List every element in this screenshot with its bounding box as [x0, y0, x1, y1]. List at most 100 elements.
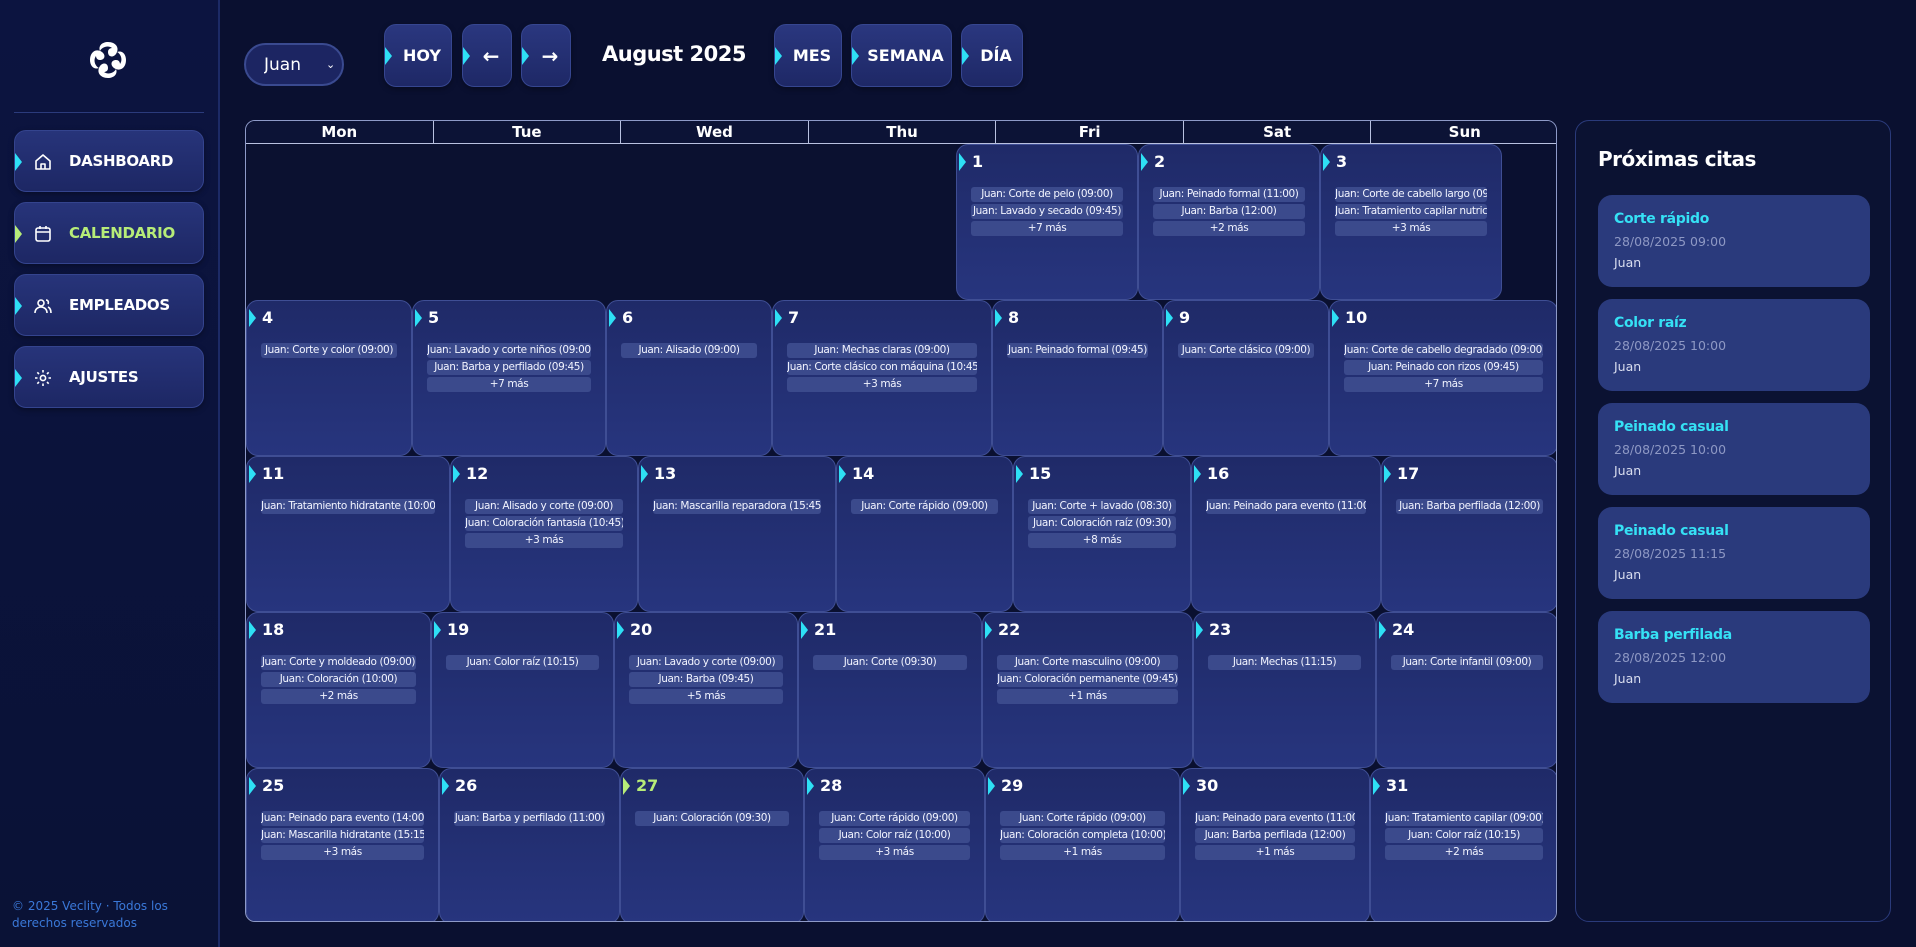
calendar-day-cell[interactable]: 21 Juan: Corte (09:30): [798, 612, 982, 768]
calendar-day-cell[interactable]: 19 Juan: Color raíz (10:15): [431, 612, 614, 768]
appointment-chip[interactable]: Juan: Barba perfilada (12:00): [1195, 828, 1355, 843]
appointment-chip[interactable]: Juan: Corte + lavado (08:30): [1028, 499, 1176, 514]
appointment-chip[interactable]: Juan: Coloración permanente (09:45): [997, 672, 1178, 687]
appointment-chip[interactable]: Juan: Corte de pelo (09:00): [971, 187, 1123, 202]
more-appointments-link[interactable]: +1 más: [1000, 845, 1165, 860]
more-appointments-link[interactable]: +1 más: [1195, 845, 1355, 860]
appointment-chip[interactable]: Juan: Corte y moldeado (09:00): [261, 655, 416, 670]
appointment-chip[interactable]: Juan: Barba y perfilado (11:00): [454, 811, 605, 826]
more-appointments-link[interactable]: +5 más: [629, 689, 783, 704]
employee-select[interactable]: Juan: [244, 43, 344, 86]
calendar-day-cell[interactable]: 7 Juan: Mechas claras (09:00) Juan: Corte …: [772, 300, 992, 456]
more-appointments-link[interactable]: +2 más: [1153, 221, 1305, 236]
more-appointments-link[interactable]: +2 más: [1385, 845, 1543, 860]
day-view-button[interactable]: DÍA: [961, 24, 1023, 87]
calendar-day-cell[interactable]: 3 Juan: Corte de cabello largo (09:00) Jua…: [1320, 144, 1502, 300]
calendar-day-cell[interactable]: 12 Juan: Alisado y corte (09:00) Juan: Col…: [450, 456, 638, 612]
more-appointments-link[interactable]: +3 más: [261, 845, 424, 860]
appointment-chip[interactable]: Juan: Tratamiento capilar (09:00): [1385, 811, 1543, 826]
calendar-day-cell[interactable]: 20 Juan: Lavado y corte (09:00) Juan: Barb…: [614, 612, 798, 768]
sidebar-item-dashboard[interactable]: DASHBOARD: [14, 130, 204, 192]
upcoming-appointment-card[interactable]: Color raíz 28/08/2025 10:00 Juan: [1598, 299, 1870, 391]
appointment-chip[interactable]: Juan: Corte de cabello largo (09:00): [1335, 187, 1487, 202]
more-appointments-link[interactable]: +3 más: [819, 845, 970, 860]
upcoming-appointment-card[interactable]: Peinado casual 28/08/2025 11:15 Juan: [1598, 507, 1870, 599]
appointment-chip[interactable]: Juan: Barba perfilada (12:00): [1396, 499, 1543, 514]
calendar-day-cell[interactable]: 2 Juan: Peinado formal (11:00) Juan: Barba…: [1138, 144, 1320, 300]
calendar-day-cell[interactable]: 15 Juan: Corte + lavado (08:30) Juan: Colo…: [1013, 456, 1191, 612]
calendar-day-cell[interactable]: 8 Juan: Peinado formal (09:45): [992, 300, 1163, 456]
calendar-day-cell[interactable]: 31 Juan: Tratamiento capilar (09:00) Juan:…: [1370, 768, 1556, 921]
calendar-day-cell[interactable]: 22 Juan: Corte masculino (09:00) Juan: Col…: [982, 612, 1193, 768]
more-appointments-link[interactable]: +7 más: [1344, 377, 1543, 392]
appointment-chip[interactable]: Juan: Barba (12:00): [1153, 204, 1305, 219]
calendar-day-cell[interactable]: 16 Juan: Peinado para evento (11:00): [1191, 456, 1381, 612]
sidebar-item-ajustes[interactable]: AJUSTES: [14, 346, 204, 408]
appointment-chip[interactable]: Juan: Corte rápido (09:00): [851, 499, 998, 514]
calendar-day-cell[interactable]: 23 Juan: Mechas (11:15): [1193, 612, 1376, 768]
calendar-day-cell[interactable]: 5 Juan: Lavado y corte niños (09:00) Juan:…: [412, 300, 606, 456]
appointment-chip[interactable]: Juan: Mechas (11:15): [1208, 655, 1361, 670]
calendar-day-cell[interactable]: 28 Juan: Corte rápido (09:00) Juan: Color …: [804, 768, 985, 921]
appointment-chip[interactable]: Juan: Corte clásico (09:00): [1178, 343, 1314, 358]
appointment-chip[interactable]: Juan: Corte clásico con máquina (10:45): [787, 360, 977, 375]
more-appointments-link[interactable]: +2 más: [261, 689, 416, 704]
appointment-chip[interactable]: Juan: Mascarilla hidratante (15:15): [261, 828, 424, 843]
today-button[interactable]: HOY: [384, 24, 452, 87]
calendar-day-cell[interactable]: 24 Juan: Corte infantil (09:00): [1376, 612, 1556, 768]
appointment-chip[interactable]: Juan: Coloración (09:30): [635, 811, 789, 826]
upcoming-appointment-card[interactable]: Peinado casual 28/08/2025 10:00 Juan: [1598, 403, 1870, 495]
appointment-chip[interactable]: Juan: Corte de cabello degradado (09:00): [1344, 343, 1543, 358]
appointment-chip[interactable]: Juan: Corte (09:30): [813, 655, 967, 670]
appointment-chip[interactable]: Juan: Peinado para evento (11:00): [1195, 811, 1355, 826]
app-logo-icon[interactable]: [86, 38, 130, 82]
calendar-day-cell[interactable]: 17 Juan: Barba perfilada (12:00): [1381, 456, 1556, 612]
more-appointments-link[interactable]: +7 más: [427, 377, 591, 392]
month-view-button[interactable]: MES: [774, 24, 842, 87]
appointment-chip[interactable]: Juan: Coloración raíz (09:30): [1028, 516, 1176, 531]
sidebar-item-empleados[interactable]: EMPLEADOS: [14, 274, 204, 336]
appointment-chip[interactable]: Juan: Lavado y corte (09:00): [629, 655, 783, 670]
more-appointments-link[interactable]: +3 más: [1335, 221, 1487, 236]
appointment-chip[interactable]: Juan: Peinado para evento (14:00): [261, 811, 424, 826]
prev-month-button[interactable]: ←: [462, 24, 512, 87]
calendar-day-cell[interactable]: 10 Juan: Corte de cabello degradado (09:0…: [1329, 300, 1556, 456]
appointment-chip[interactable]: Juan: Corte infantil (09:00): [1391, 655, 1543, 670]
appointment-chip[interactable]: Juan: Tratamiento capilar nutricional (1…: [1335, 204, 1487, 219]
appointment-chip[interactable]: Juan: Barba (09:45): [629, 672, 783, 687]
appointment-chip[interactable]: Juan: Color raíz (10:15): [1385, 828, 1543, 843]
calendar-day-cell[interactable]: 4 Juan: Corte y color (09:00): [246, 300, 412, 456]
appointment-chip[interactable]: Juan: Peinado para evento (11:00): [1206, 499, 1366, 514]
appointment-chip[interactable]: Juan: Corte rápido (09:00): [1000, 811, 1165, 826]
more-appointments-link[interactable]: +3 más: [787, 377, 977, 392]
calendar-day-cell[interactable]: 13 Juan: Mascarilla reparadora (15:45): [638, 456, 836, 612]
upcoming-appointment-card[interactable]: Barba perfilada 28/08/2025 12:00 Juan: [1598, 611, 1870, 703]
next-month-button[interactable]: →: [521, 24, 571, 87]
appointment-chip[interactable]: Juan: Mechas claras (09:00): [787, 343, 977, 358]
appointment-chip[interactable]: Juan: Barba y perfilado (09:45): [427, 360, 591, 375]
calendar-day-cell[interactable]: 26 Juan: Barba y perfilado (11:00): [439, 768, 620, 921]
appointment-chip[interactable]: Juan: Lavado y secado (09:45): [971, 204, 1123, 219]
appointment-chip[interactable]: Juan: Coloración completa (10:00): [1000, 828, 1165, 843]
more-appointments-link[interactable]: +7 más: [971, 221, 1123, 236]
calendar-day-cell[interactable]: 6 Juan: Alisado (09:00): [606, 300, 772, 456]
calendar-day-cell[interactable]: 11 Juan: Tratamiento hidratante (10:00): [246, 456, 450, 612]
calendar-day-cell[interactable]: 9 Juan: Corte clásico (09:00): [1163, 300, 1329, 456]
appointment-chip[interactable]: Juan: Corte masculino (09:00): [997, 655, 1178, 670]
upcoming-appointment-card[interactable]: Corte rápido 28/08/2025 09:00 Juan: [1598, 195, 1870, 287]
appointment-chip[interactable]: Juan: Color raíz (10:15): [446, 655, 599, 670]
calendar-day-cell[interactable]: 29 Juan: Corte rápido (09:00) Juan: Colora…: [985, 768, 1180, 921]
appointment-chip[interactable]: Juan: Peinado formal (11:00): [1153, 187, 1305, 202]
more-appointments-link[interactable]: +1 más: [997, 689, 1178, 704]
appointment-chip[interactable]: Juan: Coloración (10:00): [261, 672, 416, 687]
appointment-chip[interactable]: Juan: Corte rápido (09:00): [819, 811, 970, 826]
calendar-day-cell[interactable]: 25 Juan: Peinado para evento (14:00) Juan:…: [246, 768, 439, 921]
appointment-chip[interactable]: Juan: Coloración fantasía (10:45): [465, 516, 623, 531]
calendar-day-cell[interactable]: 30 Juan: Peinado para evento (11:00) Juan:…: [1180, 768, 1370, 921]
more-appointments-link[interactable]: +3 más: [465, 533, 623, 548]
more-appointments-link[interactable]: +8 más: [1028, 533, 1176, 548]
appointment-chip[interactable]: Juan: Alisado y corte (09:00): [465, 499, 623, 514]
appointment-chip[interactable]: Juan: Alisado (09:00): [621, 343, 757, 358]
appointment-chip[interactable]: Juan: Corte y color (09:00): [261, 343, 397, 358]
calendar-day-cell[interactable]: 27 Juan: Coloración (09:30): [620, 768, 804, 921]
